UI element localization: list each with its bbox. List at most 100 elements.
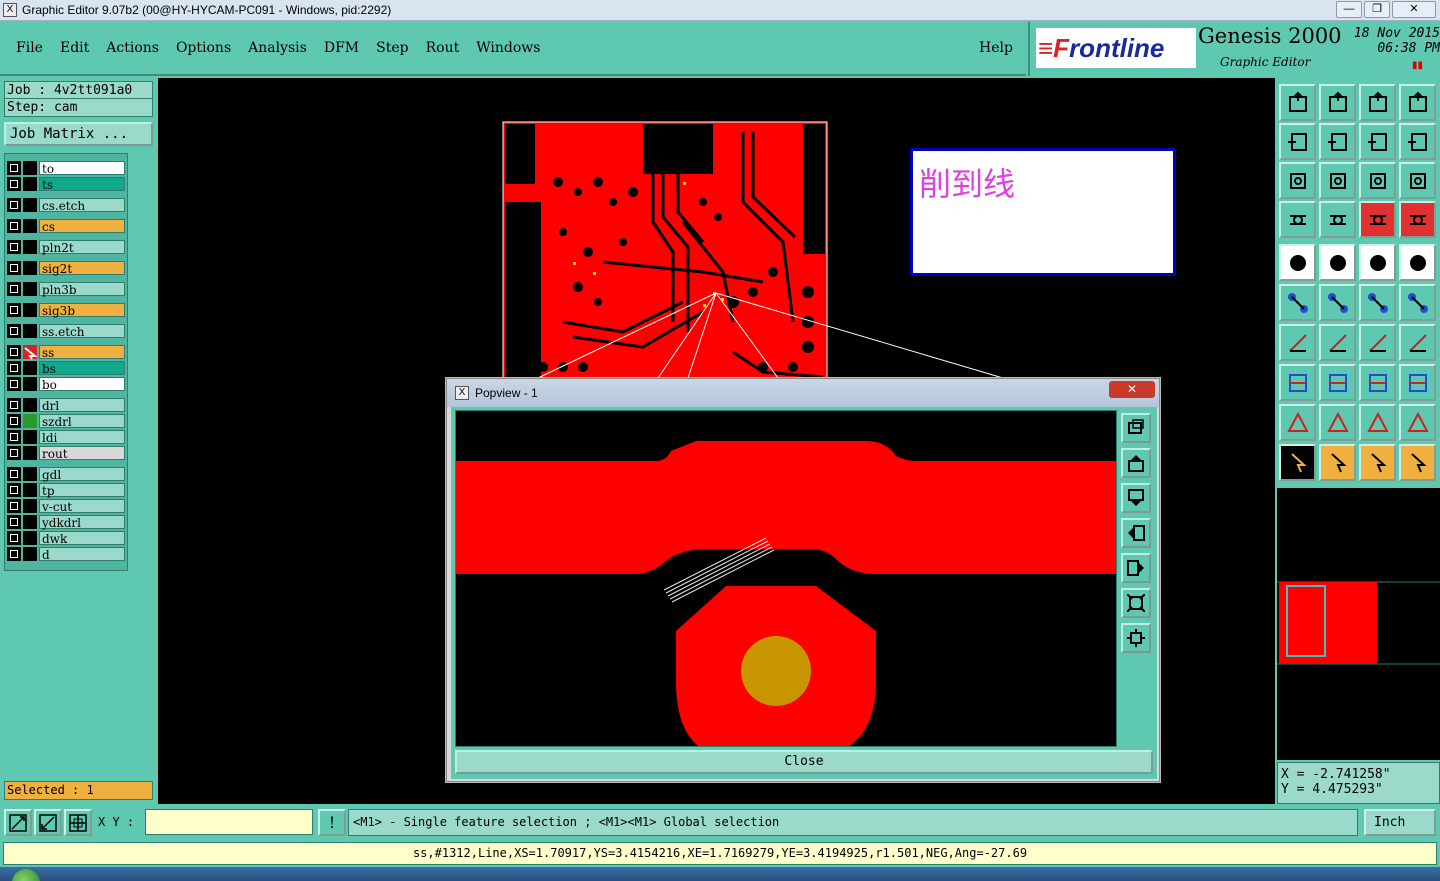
- layer-flag[interactable]: [23, 514, 37, 529]
- overview-map[interactable]: [1277, 488, 1440, 760]
- popview-close-button[interactable]: Close: [455, 750, 1153, 774]
- layer-checkbox-icon[interactable]: [7, 397, 21, 412]
- triangle-flat-icon[interactable]: [1399, 404, 1436, 441]
- zoom-home-icon[interactable]: [1121, 623, 1151, 653]
- measure-icon[interactable]: [34, 809, 62, 836]
- layer-checkbox-icon[interactable]: [7, 445, 21, 460]
- transform-icon[interactable]: [1279, 364, 1316, 401]
- menu-file[interactable]: File: [16, 40, 43, 56]
- menu-analysis[interactable]: Analysis: [248, 40, 307, 56]
- layer-row-szdrl[interactable]: szdrl: [7, 413, 125, 429]
- layer-checkbox-icon[interactable]: [7, 498, 21, 513]
- layer-checkbox-icon[interactable]: [7, 546, 21, 561]
- pause-icon[interactable]: ▮▮: [1412, 60, 1423, 71]
- layer-row-ts[interactable]: ts: [7, 176, 125, 192]
- select-path-icon[interactable]: [1399, 444, 1436, 481]
- layer-checkbox-icon[interactable]: [7, 360, 21, 375]
- zoom-fit-icon[interactable]: [1121, 588, 1151, 618]
- angle-icon[interactable]: [1279, 324, 1316, 361]
- layer-checkbox-icon[interactable]: [7, 482, 21, 497]
- menu-help[interactable]: Help: [979, 40, 1013, 56]
- minimize-button[interactable]: —: [1336, 1, 1362, 18]
- layer-flag[interactable]: [23, 498, 37, 513]
- pad-icon[interactable]: [1319, 201, 1356, 238]
- layer-flag[interactable]: [23, 482, 37, 497]
- layer-flag[interactable]: [23, 323, 37, 338]
- grid-icon[interactable]: [64, 809, 92, 836]
- layer-graphics-red-icon[interactable]: [1399, 201, 1436, 238]
- layer-flag[interactable]: [23, 176, 37, 191]
- pan-left-icon[interactable]: [1279, 123, 1316, 160]
- layer-checkbox-icon[interactable]: [7, 281, 21, 296]
- layer-flag[interactable]: [23, 360, 37, 375]
- layer-row-ss.etch[interactable]: ss.etch: [7, 323, 125, 339]
- maximize-button[interactable]: ❐: [1364, 1, 1390, 18]
- minus-line-icon[interactable]: [1319, 364, 1356, 401]
- layer-row-tp[interactable]: tp: [7, 482, 125, 498]
- add-pad-icon[interactable]: [1279, 244, 1316, 281]
- center-icon[interactable]: [1319, 162, 1356, 199]
- menu-edit[interactable]: Edit: [60, 40, 89, 56]
- menu-rout[interactable]: Rout: [426, 40, 460, 56]
- close-window-button[interactable]: ✕: [1392, 1, 1436, 18]
- layer-flag[interactable]: [23, 160, 37, 175]
- layer-row-cs.etch[interactable]: cs.etch: [7, 197, 125, 213]
- start-button-icon[interactable]: [12, 869, 40, 881]
- layer-flag[interactable]: [23, 546, 37, 561]
- layer-flag[interactable]: [23, 429, 37, 444]
- arc-icon[interactable]: [1359, 324, 1396, 361]
- layer-flag[interactable]: [23, 239, 37, 254]
- layer-flag[interactable]: [23, 466, 37, 481]
- layer-row-pln3b[interactable]: pln3b: [7, 281, 125, 297]
- layer-flag[interactable]: [23, 218, 37, 233]
- layer-row-ydkdrl[interactable]: ydkdrl: [7, 514, 125, 530]
- layer-checkbox-icon[interactable]: [7, 302, 21, 317]
- layer-graphics-icon[interactable]: [1359, 201, 1396, 238]
- layer-flag[interactable]: [23, 281, 37, 296]
- pan-down-icon[interactable]: [1121, 483, 1151, 513]
- layer-checkbox-icon[interactable]: [7, 344, 21, 359]
- layer-checkbox-icon[interactable]: [7, 530, 21, 545]
- zoom-back-icon[interactable]: [1359, 123, 1396, 160]
- layer-row-pln2t[interactable]: pln2t: [7, 239, 125, 255]
- fit-screen-icon[interactable]: [1279, 162, 1316, 199]
- layer-flag[interactable]: [23, 302, 37, 317]
- menu-dfm[interactable]: DFM: [324, 40, 359, 56]
- layer-row-bo[interactable]: bo: [7, 376, 125, 392]
- zoom-down-icon[interactable]: [1319, 84, 1356, 121]
- layer-checkbox-icon[interactable]: [7, 239, 21, 254]
- triangle-icon[interactable]: [1279, 404, 1316, 441]
- job-matrix-button[interactable]: Job Matrix ...: [4, 122, 153, 146]
- layer-row-v-cut[interactable]: v-cut: [7, 498, 125, 514]
- layer-checkbox-icon[interactable]: [7, 160, 21, 175]
- layer-checkbox-icon[interactable]: [7, 176, 21, 191]
- layer-checkbox-icon[interactable]: [7, 218, 21, 233]
- menu-options[interactable]: Options: [176, 40, 231, 56]
- help-query-icon[interactable]: [1399, 162, 1436, 199]
- popview-title-bar[interactable]: X Popview - 1 ✕: [447, 379, 1159, 407]
- properties-icon[interactable]: [1279, 201, 1316, 238]
- layer-checkbox-icon[interactable]: [7, 514, 21, 529]
- round-pad-icon[interactable]: [1399, 244, 1436, 281]
- unit-selector[interactable]: Inch: [1364, 809, 1436, 836]
- layer-flag[interactable]: [23, 376, 37, 391]
- layer-checkbox-icon[interactable]: [7, 466, 21, 481]
- select-circle-icon[interactable]: [1359, 444, 1396, 481]
- zoom-home-icon[interactable]: [1359, 84, 1396, 121]
- popview-close-x-button[interactable]: ✕: [1109, 381, 1155, 398]
- select-box-icon[interactable]: [1319, 444, 1356, 481]
- pan-right-icon[interactable]: [1121, 553, 1151, 583]
- line-nodes-icon[interactable]: [1359, 284, 1396, 321]
- layer-flag[interactable]: [23, 397, 37, 412]
- layer-row-drl[interactable]: drl: [7, 397, 125, 413]
- arc-nodes-icon[interactable]: [1399, 284, 1436, 321]
- triangle-up-icon[interactable]: [1319, 404, 1356, 441]
- pan-up-icon[interactable]: [1121, 448, 1151, 478]
- layer-row-dwk[interactable]: dwk: [7, 530, 125, 546]
- popview-canvas[interactable]: [455, 410, 1117, 747]
- info-button[interactable]: !: [318, 809, 346, 836]
- scale-1-2-icon[interactable]: [1359, 162, 1396, 199]
- layer-row-ss[interactable]: ss: [7, 344, 125, 360]
- menu-actions[interactable]: Actions: [106, 40, 159, 56]
- menu-windows[interactable]: Windows: [476, 40, 540, 56]
